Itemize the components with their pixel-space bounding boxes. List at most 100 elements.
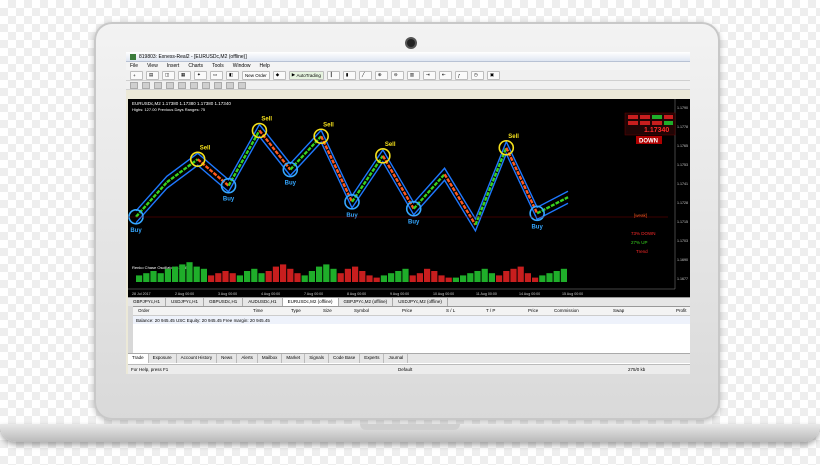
price-segment-down bbox=[381, 155, 415, 210]
tab-mailbox[interactable]: Mailbox bbox=[258, 354, 283, 363]
new-order-label: New Order bbox=[245, 72, 267, 78]
time-tick-label: 11 Aug 00:00 bbox=[476, 292, 497, 296]
meta-editor-icon[interactable]: ◆ bbox=[272, 70, 286, 80]
bar-chart-icon[interactable]: ┃ bbox=[326, 70, 340, 80]
text-icon[interactable] bbox=[214, 81, 222, 89]
price-tick-label: 1.1677 bbox=[677, 277, 688, 281]
autotrading-button[interactable]: ▶ AutoTrading bbox=[288, 70, 324, 80]
zoom-in-icon[interactable]: ⊕ bbox=[374, 70, 388, 80]
panel-cell bbox=[664, 121, 673, 125]
market-watch-icon[interactable]: ◫ bbox=[162, 70, 175, 80]
time-tick-label: 15 Aug 00:00 bbox=[562, 292, 583, 296]
col-price-current[interactable]: Price bbox=[528, 308, 538, 313]
status-profile: Default bbox=[398, 367, 413, 372]
menu-window[interactable]: Window bbox=[233, 63, 251, 69]
tab-experts[interactable]: Experts bbox=[360, 354, 385, 363]
col-swap[interactable]: Swap bbox=[613, 308, 624, 313]
menu-help[interactable]: Help bbox=[260, 63, 270, 69]
terminal-icon[interactable]: ▭ bbox=[210, 70, 223, 80]
col-symbol[interactable]: Symbol bbox=[354, 308, 369, 313]
oscillator-bar-up bbox=[157, 273, 164, 282]
tab-account-history[interactable]: Account History bbox=[177, 354, 218, 363]
autotrading-label: AutoTrading bbox=[296, 72, 321, 78]
oscillator-bar-up bbox=[200, 268, 207, 282]
channel-icon[interactable] bbox=[190, 81, 198, 89]
chart-tab[interactable]: GBPJPYc,H1 bbox=[128, 298, 167, 306]
zoom-out-icon[interactable]: ⊖ bbox=[390, 70, 404, 80]
col-order[interactable]: Order bbox=[138, 308, 150, 313]
oscillator-bar-up bbox=[380, 275, 387, 282]
col-tp[interactable]: T / P bbox=[486, 308, 495, 313]
oscillator-bar-down bbox=[366, 275, 373, 282]
balance-row: Balance: 20 945.45 USC Equity: 20 945.45… bbox=[128, 316, 690, 324]
oscillator-bar-down bbox=[424, 268, 431, 282]
oscillator-bar-down bbox=[344, 268, 351, 282]
navigator-icon[interactable]: ✦ bbox=[194, 70, 207, 80]
periods-icon[interactable]: ◷ bbox=[470, 70, 484, 80]
crosshair-icon[interactable] bbox=[142, 81, 150, 89]
buy-label: Buy bbox=[285, 181, 297, 187]
oscillator-bar-down bbox=[208, 275, 215, 282]
new-chart-icon[interactable]: + bbox=[130, 70, 143, 80]
oscillator-bar-up bbox=[388, 273, 395, 282]
menu-file[interactable]: File bbox=[130, 63, 138, 69]
tester-icon[interactable]: ◧ bbox=[226, 70, 239, 80]
price-chart[interactable]: EURUSDc,M2 1.17380 1.17380 1.17380 1.173… bbox=[128, 99, 690, 297]
horizontal-line-icon[interactable] bbox=[166, 81, 174, 89]
templates-icon[interactable]: ▣ bbox=[486, 70, 500, 80]
arrows-icon[interactable] bbox=[238, 81, 246, 89]
cursor-icon[interactable] bbox=[130, 81, 138, 89]
menu-insert[interactable]: Insert bbox=[167, 63, 180, 69]
signal-panel: 1.17340 DOWN [weak] 73% DOWN 27% UP Tren… bbox=[624, 112, 676, 254]
chart-sub-info: Highs: 127.00 Previous Days Ranges: 75 bbox=[132, 107, 206, 112]
chart-tab-active[interactable]: EURUSDc,M2 (offline) bbox=[282, 298, 339, 306]
chart-shift-icon[interactable]: ⇤ bbox=[438, 70, 452, 80]
tab-journal[interactable]: Journal bbox=[384, 354, 409, 363]
fibonacci-icon[interactable] bbox=[202, 81, 210, 89]
tab-news[interactable]: News bbox=[217, 354, 238, 363]
tile-icon[interactable]: ▥ bbox=[406, 70, 420, 80]
chart-tab[interactable]: USDJPYc,M2 (offline) bbox=[393, 298, 448, 306]
trend-label: Trend bbox=[636, 249, 648, 254]
autoscroll-icon[interactable]: ⇥ bbox=[422, 70, 436, 80]
time-tick-label: 10 Aug 00:00 bbox=[433, 292, 454, 296]
oscillator-bar-down bbox=[445, 277, 452, 282]
col-time[interactable]: Time bbox=[253, 308, 263, 313]
menu-charts[interactable]: Charts bbox=[188, 63, 203, 69]
menu-view[interactable]: View bbox=[147, 63, 158, 69]
price-segment-down bbox=[196, 158, 230, 187]
vertical-line-icon[interactable] bbox=[154, 81, 162, 89]
data-window-icon[interactable]: ▦ bbox=[178, 70, 191, 80]
tab-code-base[interactable]: Code Base bbox=[329, 354, 361, 363]
chart-tab[interactable]: GBPUSDc,H1 bbox=[204, 298, 244, 306]
oscillator-bar-down bbox=[352, 266, 359, 282]
trendline-icon[interactable] bbox=[178, 81, 186, 89]
label-icon[interactable] bbox=[226, 81, 234, 89]
chart-tab[interactable]: USDJPYc,H1 bbox=[166, 298, 205, 306]
tab-trade[interactable]: Trade bbox=[128, 354, 149, 363]
tab-exposure[interactable]: Exposure bbox=[149, 354, 177, 363]
line-chart-icon[interactable]: ╱ bbox=[358, 70, 372, 80]
drawing-toolbar bbox=[126, 81, 690, 90]
col-price[interactable]: Price bbox=[402, 308, 412, 313]
tab-alerts[interactable]: Alerts bbox=[237, 354, 258, 363]
oscillator-bar-up bbox=[402, 268, 409, 282]
chart-tab[interactable]: GBPJPYc,M2 (offline) bbox=[339, 298, 394, 306]
chart-tab[interactable]: AUDUSDc,H1 bbox=[243, 298, 283, 306]
price-segment-down bbox=[505, 147, 539, 214]
profiles-icon[interactable]: ▤ bbox=[146, 70, 159, 80]
col-sl[interactable]: S / L bbox=[446, 308, 455, 313]
oscillator-bar-up bbox=[193, 266, 200, 282]
candles-icon[interactable]: ▮ bbox=[342, 70, 356, 80]
col-commission[interactable]: Commission bbox=[554, 308, 579, 313]
col-type[interactable]: Type bbox=[291, 308, 301, 313]
oscillator-bar-up bbox=[395, 271, 402, 282]
col-size[interactable]: Size bbox=[323, 308, 332, 313]
menu-tools[interactable]: Tools bbox=[212, 63, 224, 69]
col-profit[interactable]: Profit bbox=[676, 308, 687, 313]
tab-signals[interactable]: Signals bbox=[305, 354, 329, 363]
tab-market[interactable]: Market bbox=[282, 354, 306, 363]
new-order-button[interactable]: New Order bbox=[242, 70, 270, 80]
indicators-icon[interactable]: ƒ bbox=[454, 70, 468, 80]
price-tick-label: 1.1741 bbox=[677, 182, 688, 186]
